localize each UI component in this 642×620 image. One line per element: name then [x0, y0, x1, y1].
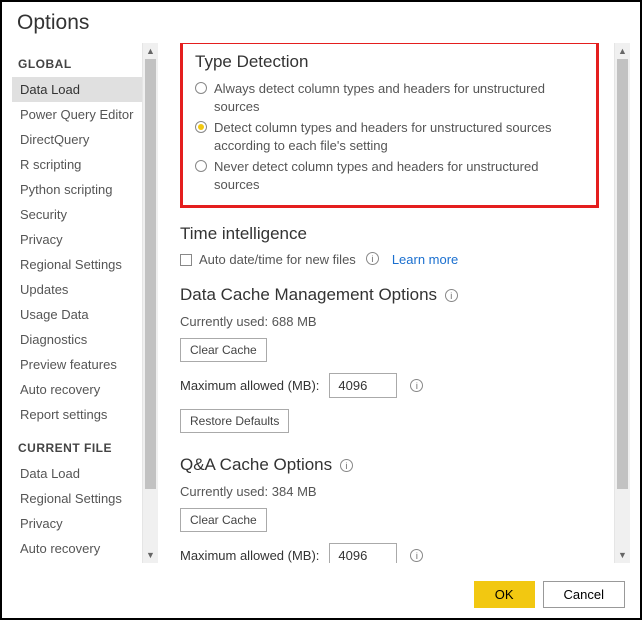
dialog-footer: OK Cancel	[474, 581, 625, 608]
sidebar: GLOBAL Data Load Power Query Editor Dire…	[12, 43, 142, 563]
chevron-up-icon[interactable]: ▲	[615, 43, 630, 59]
ok-button[interactable]: OK	[474, 581, 535, 608]
max-allowed-label: Maximum allowed (MB):	[180, 378, 319, 393]
info-icon[interactable]: i	[340, 459, 353, 472]
restore-defaults-button[interactable]: Restore Defaults	[180, 409, 289, 433]
radio-icon	[195, 82, 207, 94]
info-icon[interactable]: i	[366, 252, 379, 265]
radio-icon	[195, 160, 207, 172]
radio-label: Never detect column types and headers fo…	[214, 158, 584, 193]
chevron-down-icon[interactable]: ▼	[143, 547, 158, 563]
radio-always-detect[interactable]: Always detect column types and headers f…	[195, 78, 584, 117]
max-allowed-input[interactable]	[329, 373, 397, 398]
sidebar-item-report-settings[interactable]: Report settings	[12, 402, 142, 427]
radio-icon	[195, 121, 207, 133]
sidebar-item-privacy[interactable]: Privacy	[12, 227, 142, 252]
type-detection-heading: Type Detection	[195, 52, 584, 72]
checkbox-label: Auto date/time for new files	[199, 252, 356, 267]
sidebar-item-python-scripting[interactable]: Python scripting	[12, 177, 142, 202]
sidebar-item-preview[interactable]: Preview features	[12, 352, 142, 377]
checkbox-icon	[180, 254, 192, 266]
sidebar-item-directquery[interactable]: DirectQuery	[12, 127, 142, 152]
sidebar-scrollbar[interactable]: ▲ ▼	[142, 43, 158, 563]
qa-max-allowed-label: Maximum allowed (MB):	[180, 548, 319, 563]
heading-text: Q&A Cache Options	[180, 455, 332, 474]
qa-max-allowed-input[interactable]	[329, 543, 397, 563]
sidebar-item-auto-recovery[interactable]: Auto recovery	[12, 377, 142, 402]
qa-cache-heading: Q&A Cache Options i	[180, 455, 599, 475]
sidebar-heading-global: GLOBAL	[12, 43, 142, 77]
data-cache-current: Currently used: 688 MB	[180, 311, 599, 332]
chevron-down-icon[interactable]: ▼	[615, 547, 630, 563]
main-scrollbar[interactable]: ▲ ▼	[614, 43, 630, 563]
radio-never-detect[interactable]: Never detect column types and headers fo…	[195, 156, 584, 195]
qa-cache-section: Q&A Cache Options i Currently used: 384 …	[180, 455, 599, 563]
info-icon[interactable]: i	[410, 379, 423, 392]
time-intelligence-section: Time intelligence Auto date/time for new…	[180, 224, 599, 269]
type-detection-highlight: Type Detection Always detect column type…	[180, 43, 599, 208]
sidebar-item-updates[interactable]: Updates	[12, 277, 142, 302]
qa-clear-cache-button[interactable]: Clear Cache	[180, 508, 267, 532]
sidebar-item-cf-data-load[interactable]: Data Load	[12, 461, 142, 486]
radio-label: Always detect column types and headers f…	[214, 80, 584, 115]
radio-detect-per-file[interactable]: Detect column types and headers for unst…	[195, 117, 584, 156]
sidebar-item-usage-data[interactable]: Usage Data	[12, 302, 142, 327]
sidebar-item-cf-auto-recovery[interactable]: Auto recovery	[12, 536, 142, 561]
heading-text: Data Cache Management Options	[180, 285, 437, 304]
clear-cache-button[interactable]: Clear Cache	[180, 338, 267, 362]
scrollbar-thumb[interactable]	[617, 59, 628, 489]
sidebar-item-power-query[interactable]: Power Query Editor	[12, 102, 142, 127]
sidebar-item-data-load[interactable]: Data Load	[12, 77, 142, 102]
sidebar-item-diagnostics[interactable]: Diagnostics	[12, 327, 142, 352]
time-intelligence-heading: Time intelligence	[180, 224, 599, 244]
dialog-title: Options	[2, 2, 640, 43]
qa-cache-current: Currently used: 384 MB	[180, 481, 599, 502]
cancel-button[interactable]: Cancel	[543, 581, 625, 608]
radio-label: Detect column types and headers for unst…	[214, 119, 584, 154]
sidebar-heading-current: CURRENT FILE	[12, 427, 142, 461]
checkbox-auto-datetime[interactable]: Auto date/time for new files i Learn mor…	[180, 250, 599, 269]
sidebar-item-cf-privacy[interactable]: Privacy	[12, 511, 142, 536]
sidebar-item-regional[interactable]: Regional Settings	[12, 252, 142, 277]
main-panel: Type Detection Always detect column type…	[158, 43, 614, 563]
info-icon[interactable]: i	[410, 549, 423, 562]
scrollbar-thumb[interactable]	[145, 59, 156, 489]
sidebar-item-cf-regional[interactable]: Regional Settings	[12, 486, 142, 511]
data-cache-section: Data Cache Management Options i Currentl…	[180, 285, 599, 439]
info-icon[interactable]: i	[445, 289, 458, 302]
learn-more-link[interactable]: Learn more	[392, 252, 458, 267]
sidebar-item-security[interactable]: Security	[12, 202, 142, 227]
sidebar-item-r-scripting[interactable]: R scripting	[12, 152, 142, 177]
chevron-up-icon[interactable]: ▲	[143, 43, 158, 59]
data-cache-heading: Data Cache Management Options i	[180, 285, 599, 305]
